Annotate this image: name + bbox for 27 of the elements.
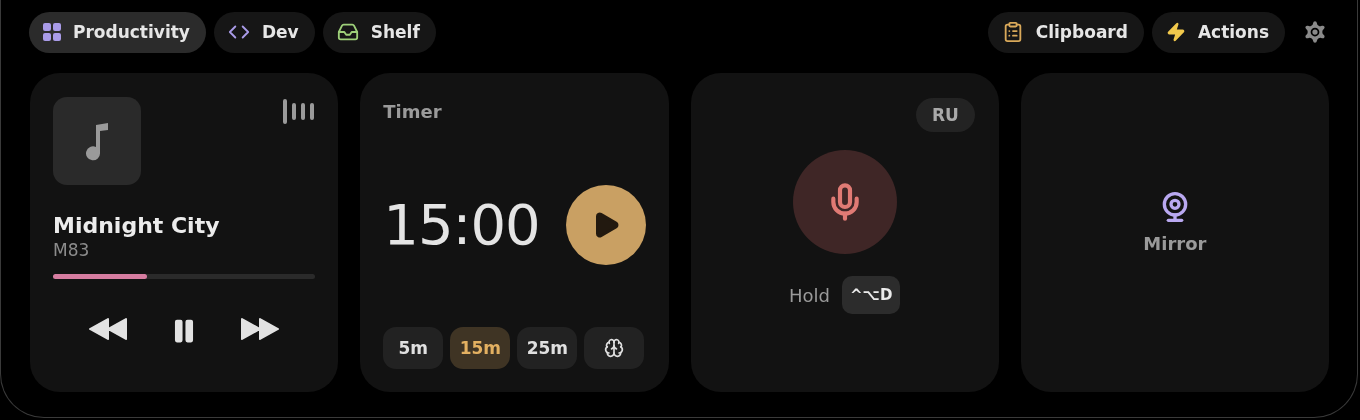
shortcut-key: ^⌥D [842,276,901,314]
music-note-icon [84,121,110,161]
mirror-card[interactable]: Mirror [1020,73,1329,392]
rewind-icon [88,317,129,341]
focus-button[interactable] [584,327,645,369]
hold-hint: Hold [789,284,831,306]
mirror-label: Mirror [1143,233,1207,254]
preset-button[interactable]: 15m [450,327,511,369]
preset-button[interactable]: 25m [517,327,578,369]
language-button[interactable]: RU [915,98,975,132]
fast-forward-icon [240,317,281,341]
bolt-icon [1165,22,1186,42]
brain-icon [604,338,625,358]
song-title: Midnight City [53,213,221,238]
timer-display: 15:00 [383,192,540,257]
action-button[interactable]: Actions [1151,11,1285,53]
artist-name: M83 [53,240,91,260]
grid-icon [43,23,61,41]
category-tab[interactable]: Dev [213,11,315,53]
action-button[interactable]: Clipboard [987,11,1144,53]
progress-bar[interactable] [53,274,316,279]
equalizer-icon [283,99,316,124]
category-tab[interactable]: Shelf [322,11,436,53]
tray-icon [336,21,359,43]
timer-title: Timer [383,101,443,122]
preset-button[interactable]: 5m [383,327,444,369]
category-tab[interactable]: Productivity [29,11,206,53]
